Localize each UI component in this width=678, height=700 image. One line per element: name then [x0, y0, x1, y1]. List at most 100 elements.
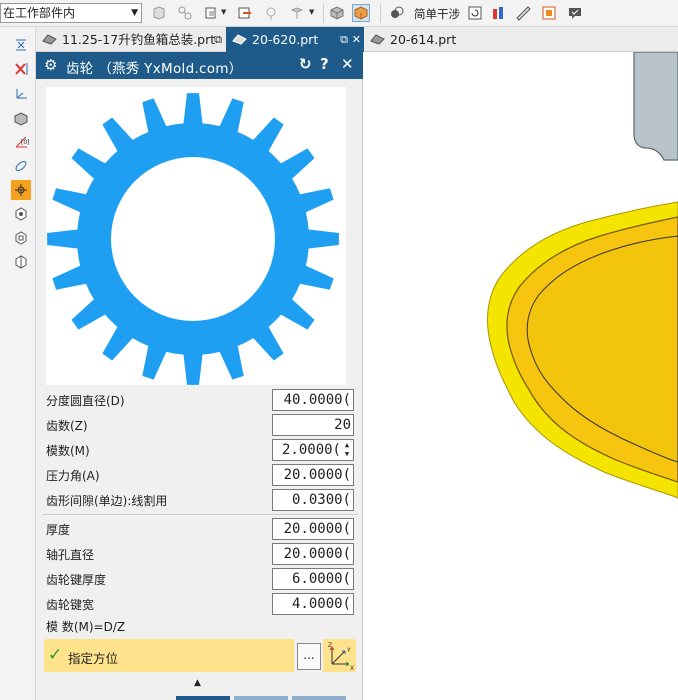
thickness-input[interactable]: 20.0000(	[272, 518, 354, 540]
tab-20-614[interactable]: 20-614.prt	[364, 27, 484, 52]
svg-text:X: X	[350, 665, 354, 672]
pitch-diameter-input[interactable]: 40.0000(	[272, 389, 354, 411]
field-row-bore-diameter: 轴孔直径 20.0000(	[46, 543, 356, 565]
toolbar-separator	[380, 4, 381, 23]
expand-more-icon[interactable]: ▲	[194, 678, 201, 688]
hex-gear-icon[interactable]	[11, 204, 31, 224]
shell-icon[interactable]	[11, 228, 31, 248]
gear-preview	[46, 87, 346, 385]
delete-curve-icon[interactable]	[11, 59, 31, 79]
field-row-pressure-angle: 压力角(A) 20.0000(	[46, 464, 356, 486]
gray-part-shape	[633, 52, 678, 161]
selection-filter-value: 在工作部件内	[3, 6, 76, 20]
pressure-angle-input[interactable]: 20.0000(	[272, 464, 354, 486]
chevron-down-icon[interactable]: ▼	[221, 8, 226, 16]
dialog-header: ⚙ 齿轮 （燕秀 YxMold.com） ↻ ? ✕	[36, 52, 363, 79]
gear-shape	[47, 93, 339, 385]
part-file-icon	[370, 34, 385, 45]
field-label: 齿数(Z)	[46, 419, 88, 433]
ruler-icon[interactable]	[514, 4, 532, 22]
gear-icon: ⚙	[44, 56, 58, 74]
pin-icon[interactable]: ⧉	[214, 27, 222, 52]
reset-icon[interactable]: ↻	[299, 55, 312, 73]
link-icon[interactable]	[11, 156, 31, 176]
field-label: 厚度	[46, 523, 71, 537]
field-label: 齿轮键厚度	[46, 573, 107, 587]
tab-label: 11.25-17升钓鱼箱总装.prt	[62, 32, 216, 47]
specify-orientation-row[interactable]: ✓ 指定方位	[44, 639, 294, 672]
gear-image	[47, 93, 339, 385]
csys-dialog-button[interactable]: Z Y X	[323, 639, 356, 672]
field-row-key-thickness: 齿轮键厚度 6.0000(	[46, 568, 356, 590]
field-label: 齿形间隙(单边):线割用	[46, 494, 168, 508]
field-label: 齿轮键宽	[46, 598, 95, 612]
ok-button[interactable]	[176, 696, 230, 700]
key-width-input[interactable]: 4.0000(	[272, 593, 354, 615]
gear-dialog: ⚙ 齿轮 （燕秀 YxMold.com） ↻ ? ✕ 分度圆直径(D) 40.0…	[36, 52, 363, 700]
field-row-pitch-diameter: 分度圆直径(D) 40.0000(	[46, 389, 356, 411]
measure-icon[interactable]	[490, 4, 508, 22]
field-row-module: 模数(M) 2.0000( ▲ ▼	[46, 439, 356, 461]
point-dialog-button[interactable]: ...	[297, 643, 321, 670]
chevron-down-icon[interactable]: ▼	[309, 8, 314, 16]
section-divider	[42, 514, 358, 515]
csys-icon: Z Y X	[328, 642, 354, 672]
wave-link-icon[interactable]	[236, 4, 254, 22]
part-file-icon	[232, 34, 247, 45]
color-square-icon[interactable]	[540, 4, 558, 22]
simple-interference-button[interactable]: 简单干涉	[414, 6, 460, 22]
field-label: 分度圆直径(D)	[46, 394, 125, 408]
cancel-button[interactable]	[292, 696, 346, 700]
apply-button[interactable]	[234, 696, 288, 700]
interference-check-icon[interactable]	[388, 4, 406, 22]
box-icon[interactable]	[328, 4, 346, 22]
field-row-thickness: 厚度 20.0000(	[46, 518, 356, 540]
check-icon: ✓	[48, 645, 63, 665]
assembly-constraint-icon[interactable]	[176, 4, 194, 22]
move-component-icon[interactable]	[288, 4, 306, 22]
tab-label: 20-614.prt	[390, 32, 457, 47]
datum-csys-icon[interactable]	[11, 84, 31, 104]
document-tabs: 11.25-17升钓鱼箱总装.prt ⧉ 20-620.prt ⧉ ✕ 20-6…	[36, 27, 678, 52]
chevron-down-icon: ▼	[131, 8, 138, 18]
field-row-key-width: 齿轮键宽 4.0000(	[46, 593, 356, 615]
trim-body-icon[interactable]	[11, 252, 31, 272]
field-label: 压力角(A)	[46, 469, 100, 483]
gear-tool-icon[interactable]	[11, 180, 31, 200]
clone-icon[interactable]	[202, 4, 220, 22]
tab-assembly[interactable]: 11.25-17升钓鱼箱总装.prt ⧉	[36, 27, 226, 52]
close-icon[interactable]: ✕	[352, 27, 361, 52]
dialog-buttons	[176, 696, 356, 700]
key-thickness-input[interactable]: 6.0000(	[272, 568, 354, 590]
tab-20-620[interactable]: 20-620.prt ⧉ ✕	[226, 27, 364, 52]
close-icon[interactable]: ✕	[341, 55, 354, 73]
svg-text:Z: Z	[328, 642, 332, 649]
module-input[interactable]: 2.0000( ▲ ▼	[272, 439, 354, 461]
pin-icon[interactable]: ⧉	[340, 27, 348, 52]
check-clearance-icon[interactable]	[566, 4, 584, 22]
dialog-title: 齿轮 （燕秀 YxMold.com）	[66, 61, 243, 77]
field-row-tooth-clearance: 齿形间隙(单边):线割用 0.0300(	[46, 489, 356, 511]
graphics-viewport[interactable]	[364, 52, 678, 700]
bore-diameter-input[interactable]: 20.0000(	[272, 543, 354, 565]
refresh-icon[interactable]	[466, 4, 484, 22]
module-value: 2.0000(	[281, 442, 341, 458]
selection-filter-dropdown[interactable]: 在工作部件内 ▼	[0, 3, 142, 23]
svg-text:[0]: [0]	[21, 139, 29, 146]
block-icon[interactable]	[11, 108, 31, 128]
section-view-icon[interactable]	[352, 4, 370, 22]
extract-geometry-icon[interactable]	[262, 4, 280, 22]
field-label: 轴孔直径	[46, 548, 95, 562]
top-toolbar: 在工作部件内 ▼ ▼ ▼ 简单干涉	[0, 0, 678, 27]
model-view	[487, 52, 678, 499]
curve-icon[interactable]	[11, 35, 31, 55]
field-row-teeth-count: 齿数(Z) 20	[46, 414, 356, 436]
help-icon[interactable]: ?	[320, 55, 329, 73]
teeth-count-input[interactable]: 20	[272, 414, 354, 436]
spinner-arrows-icon[interactable]: ▲ ▼	[342, 441, 352, 459]
angle-dimension-icon[interactable]: [0]	[11, 132, 31, 152]
component-icon[interactable]	[150, 4, 168, 22]
left-toolbar: [0]	[0, 27, 36, 700]
module-formula: 模 数(M)=D/Z	[46, 620, 126, 634]
tooth-clearance-input[interactable]: 0.0300(	[272, 489, 354, 511]
